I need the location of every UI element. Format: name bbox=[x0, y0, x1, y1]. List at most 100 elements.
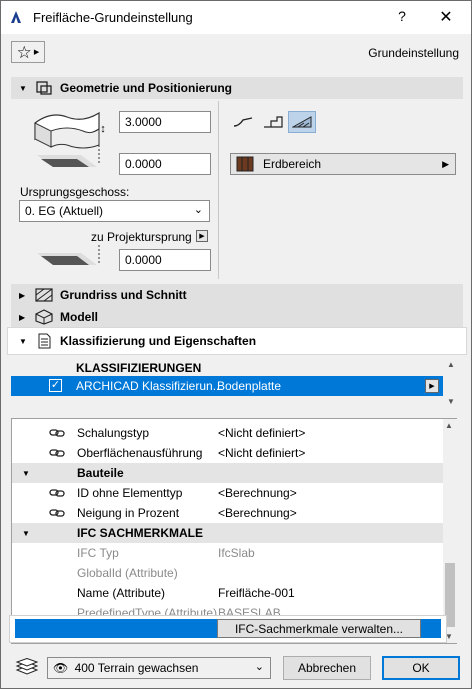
model-icon bbox=[35, 309, 53, 325]
offset-field[interactable]: 0.0000 bbox=[119, 153, 211, 175]
link-icon bbox=[49, 509, 65, 517]
geometry-icon bbox=[36, 81, 52, 95]
chevron-right-icon: ▶ bbox=[429, 383, 435, 390]
scroll-up-icon[interactable]: ▲ bbox=[445, 421, 453, 430]
stepped-surface-icon bbox=[264, 116, 283, 128]
property-value[interactable]: <Berechnung> bbox=[218, 486, 297, 500]
cancel-button[interactable]: Abbrechen bbox=[283, 656, 371, 680]
panel-label: Klassifizierung und Eigenschaften bbox=[60, 334, 257, 348]
property-name: Neigung in Prozent bbox=[77, 506, 180, 520]
classification-header-row: KLASSIFIZIERUNGEN bbox=[11, 358, 455, 378]
panel-header-geometry[interactable]: ▼ Geometrie und Positionierung bbox=[11, 77, 463, 99]
property-group-row[interactable]: ▼ IFC SACHMERKMALE bbox=[12, 523, 456, 543]
home-story-value: 0. EG (Aktuell) bbox=[25, 204, 104, 218]
collapse-triangle-icon[interactable]: ▼ bbox=[22, 469, 30, 478]
property-name: Oberflächenausführung bbox=[77, 446, 203, 460]
divider bbox=[218, 101, 219, 279]
window-title: Freifläche-Grundeinstellung bbox=[33, 10, 193, 25]
chevron-right-icon: ▶ bbox=[442, 158, 449, 169]
panel-header-floorplan[interactable]: ▶ Grundriss und Schnitt bbox=[11, 284, 463, 306]
property-value[interactable]: <Nicht definiert> bbox=[218, 446, 305, 460]
panel-header-model[interactable]: ▶ Modell bbox=[11, 306, 463, 328]
link-icon bbox=[49, 429, 65, 437]
sloped-surface-icon bbox=[292, 116, 312, 128]
material-swatch-icon bbox=[236, 156, 254, 172]
ok-button[interactable]: OK bbox=[382, 656, 460, 680]
classification-system: ARCHICAD Klassifizierun... bbox=[76, 379, 223, 393]
collapse-triangle-icon: ▼ bbox=[19, 336, 27, 346]
expand-triangle-icon: ▶ bbox=[19, 312, 26, 322]
surface-material-button[interactable]: Erdbereich ▶ bbox=[230, 153, 456, 175]
home-story-select[interactable]: 0. EG (Aktuell) ⌄ bbox=[19, 200, 210, 222]
title-bar: Freifläche-Grundeinstellung ? ✕ bbox=[1, 1, 471, 34]
property-row[interactable]: Oberflächenausführung <Nicht definiert> bbox=[12, 443, 456, 463]
properties-table: Schalungstyp <Nicht definiert> Oberflächen… bbox=[11, 418, 457, 644]
property-value[interactable]: <Berechnung> bbox=[218, 506, 297, 520]
collapse-triangle-icon[interactable]: ▼ bbox=[22, 529, 30, 538]
panel-label: Grundriss und Schnitt bbox=[60, 288, 187, 302]
collapse-triangle-icon: ▼ bbox=[19, 83, 27, 93]
property-name: Name (Attribute) bbox=[77, 586, 166, 600]
property-name: IFC Typ bbox=[77, 546, 119, 560]
link-icon bbox=[49, 449, 65, 457]
classification-row-selected[interactable]: ✓ ARCHICAD Klassifizierun... Bodenplatte bbox=[11, 376, 443, 396]
expand-triangle-icon: ▶ bbox=[19, 290, 26, 300]
property-value[interactable]: <Nicht definiert> bbox=[218, 426, 305, 440]
property-value[interactable]: IfcSlab bbox=[218, 546, 255, 560]
classification-header: KLASSIFIZIERUNGEN bbox=[76, 361, 202, 375]
classification-table: KLASSIFIZIERUNGEN ✓ ARCHICAD Klassifizie… bbox=[11, 358, 457, 408]
project-origin-label: zu Projektursprung bbox=[91, 230, 192, 244]
chevron-right-icon: ▶ bbox=[199, 233, 205, 240]
chevron-down-icon: ⌄ bbox=[193, 204, 203, 216]
link-icon bbox=[49, 489, 65, 497]
method-stepped-button[interactable] bbox=[259, 111, 287, 133]
project-origin-toggle[interactable]: ▶ bbox=[196, 230, 208, 242]
scroll-up-icon[interactable]: ▲ bbox=[447, 360, 455, 369]
classification-checkbox[interactable]: ✓ bbox=[49, 379, 62, 392]
property-group-row[interactable]: ▼ Bauteile bbox=[12, 463, 456, 483]
project-origin-field[interactable]: 0.0000 bbox=[119, 249, 211, 271]
property-row[interactable]: ID ohne Elementtyp <Berechnung> bbox=[12, 483, 456, 503]
property-name: GlobalId (Attribute) bbox=[77, 566, 178, 580]
classification-picker-button[interactable]: ▶ bbox=[425, 379, 439, 393]
property-group-name: Bauteile bbox=[77, 466, 124, 480]
property-row[interactable]: Neigung in Prozent <Berechnung> bbox=[12, 503, 456, 523]
flat-surface-icon bbox=[233, 117, 253, 127]
help-button[interactable]: ? bbox=[387, 8, 417, 24]
property-row[interactable]: Name (Attribute) Freifläche-001 bbox=[12, 583, 456, 603]
panel-header-classification[interactable]: ▼ Klassifizierung und Eigenschaften bbox=[11, 330, 463, 352]
classification-scrollbar[interactable]: ▲ ▼ bbox=[445, 358, 459, 408]
chevron-down-icon: ⌄ bbox=[254, 661, 264, 673]
panel-label: Geometrie und Positionierung bbox=[60, 81, 233, 95]
dialog-window: Freifläche-Grundeinstellung ? ✕ ☆ ▶ Grun… bbox=[0, 0, 472, 689]
scroll-down-icon[interactable]: ▼ bbox=[447, 397, 455, 406]
thickness-arrow-icon: ↕ bbox=[100, 123, 106, 135]
archicad-logo-icon bbox=[11, 11, 21, 23]
classification-value: Bodenplatte bbox=[217, 379, 282, 393]
favorites-button[interactable]: ☆ ▶ bbox=[11, 41, 45, 63]
star-icon: ☆ bbox=[16, 42, 32, 62]
property-row[interactable]: IFC Typ IfcSlab bbox=[12, 543, 456, 563]
panel-label: Modell bbox=[60, 310, 98, 324]
property-row[interactable]: Schalungstyp <Nicht definiert> bbox=[12, 423, 456, 443]
home-story-label: Ursprungsgeschoss: bbox=[20, 185, 130, 199]
eye-icon: 👁 bbox=[53, 661, 69, 675]
property-name: ID ohne Elementtyp bbox=[77, 486, 183, 500]
document-icon bbox=[38, 333, 51, 349]
material-name: Erdbereich bbox=[263, 157, 322, 171]
method-sloped-button[interactable] bbox=[288, 111, 316, 133]
method-flat-button[interactable] bbox=[229, 111, 257, 133]
close-button[interactable]: ✕ bbox=[431, 7, 461, 27]
property-group-name: IFC SACHMERKMALE bbox=[77, 526, 203, 540]
property-row[interactable]: GlobalId (Attribute) bbox=[12, 563, 456, 583]
property-name: Schalungstyp bbox=[77, 426, 150, 440]
property-value[interactable]: Freifläche-001 bbox=[218, 586, 295, 600]
layer-select[interactable]: 👁 400 Terrain gewachsen ⌄ bbox=[47, 657, 271, 679]
layers-icon bbox=[15, 658, 39, 675]
footer: 👁 400 Terrain gewachsen ⌄ Abbrechen OK bbox=[1, 647, 471, 688]
chevron-right-icon: ▶ bbox=[33, 49, 40, 56]
thickness-field[interactable]: 3.0000 bbox=[119, 111, 211, 133]
manage-ifc-button[interactable]: IFC-Sachmerkmale verwalten... bbox=[217, 619, 421, 638]
properties-scrollbar[interactable]: ▲ ▼ bbox=[443, 419, 457, 643]
floorplan-section-icon bbox=[35, 288, 53, 302]
